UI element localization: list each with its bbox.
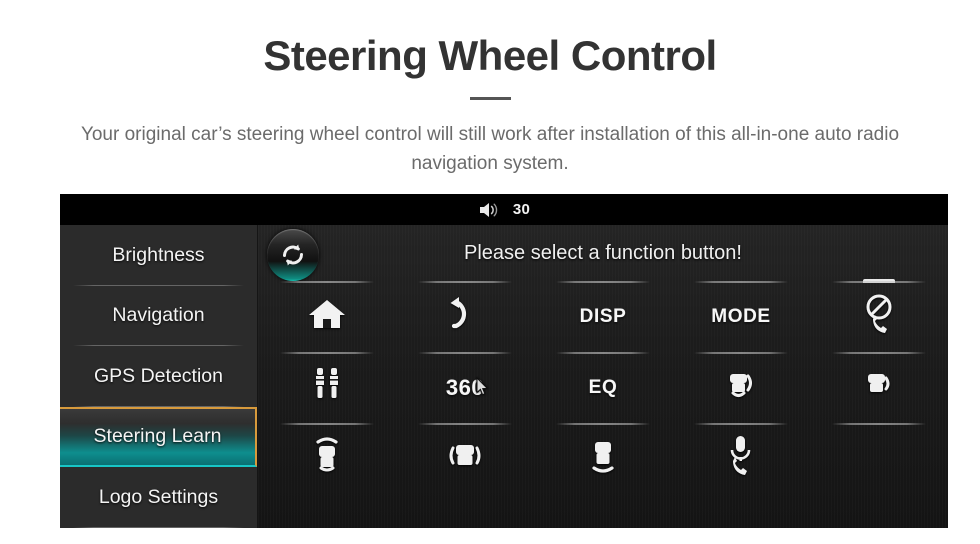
car-radio-screen: 30 Brightness Navigation GPS Detection S… (60, 194, 948, 528)
status-bar: 30 (60, 194, 948, 226)
grid-cell-car-front-wave[interactable] (258, 423, 396, 494)
sidebar-item-label: Brightness (112, 243, 205, 266)
sidebar-item-brightness[interactable]: Brightness (60, 225, 257, 286)
grid-cell-360[interactable]: 360 (396, 352, 534, 423)
cell-separator (280, 281, 374, 283)
grid-cell-eq[interactable]: EQ (534, 352, 672, 423)
sidebar-divider (73, 526, 244, 528)
home-icon (307, 296, 347, 337)
cell-separator (556, 281, 650, 283)
call-mute-icon (859, 292, 899, 341)
mouse-cursor (476, 376, 489, 396)
grid-cell-home[interactable] (258, 281, 396, 352)
aux-jack-icon (310, 365, 344, 410)
grid-cell-back[interactable] (396, 281, 534, 352)
cell-separator (280, 352, 374, 354)
cell-separator (556, 423, 650, 425)
grid-cell-mode[interactable]: MODE (672, 281, 810, 352)
cell-separator (832, 423, 926, 425)
disp-button-label: DISP (579, 305, 627, 327)
cell-separator (418, 281, 512, 283)
speaker-icon (478, 201, 500, 219)
eq-button-label: EQ (588, 376, 618, 398)
car-rear-wave-icon (583, 433, 623, 484)
car-side-wave-icon (442, 435, 488, 482)
grid-cell-call-mute[interactable] (810, 281, 948, 352)
grid-cell-aux[interactable] (258, 352, 396, 423)
grid-cell-car-volume-up[interactable] (672, 352, 810, 423)
car-top-partial-icon (810, 253, 948, 283)
sidebar-item-label: Steering Learn (93, 425, 222, 448)
page-title: Steering Wheel Control (263, 32, 717, 79)
function-grid: DISP MODE 360 EQ (258, 281, 948, 528)
sidebar-item-logo-settings[interactable]: Logo Settings (60, 467, 257, 528)
car-volume-up-icon (721, 365, 761, 410)
cell-separator (694, 281, 788, 283)
sidebar-item-gps-detection[interactable]: GPS Detection (60, 346, 257, 407)
title-underline-rule (470, 97, 511, 100)
settings-sidebar: Brightness Navigation GPS Detection Stee… (60, 225, 258, 528)
car-front-wave-icon (307, 433, 347, 484)
cell-separator (832, 281, 926, 283)
cell-separator (556, 352, 650, 354)
page-root: Steering Wheel Control Your original car… (0, 0, 980, 544)
grid-cell-car-volume-down[interactable] (810, 352, 948, 423)
grid-cell-voice-call[interactable] (672, 423, 810, 494)
cell-separator (280, 423, 374, 425)
car-volume-down-icon (859, 365, 899, 410)
cell-separator (694, 352, 788, 354)
grid-cell-empty (810, 423, 948, 494)
sidebar-item-label: GPS Detection (94, 364, 223, 387)
mode-button-label: MODE (711, 305, 771, 327)
sidebar-item-label: Navigation (112, 304, 205, 327)
page-subtitle: Your original car’s steering wheel contr… (80, 124, 900, 175)
volume-value: 30 (512, 201, 531, 218)
cell-separator (418, 352, 512, 354)
grid-cell-car-rear-wave[interactable] (534, 423, 672, 494)
cell-separator (832, 352, 926, 354)
grid-cell-disp[interactable]: DISP (534, 281, 672, 352)
sidebar-item-steering-learn[interactable]: Steering Learn (60, 406, 257, 467)
cell-separator (694, 423, 788, 425)
function-button-panel: Please select a function button! DISP MO… (258, 225, 948, 528)
voice-call-mic-icon (722, 433, 760, 484)
grid-cell-car-side-wave[interactable] (396, 423, 534, 494)
cell-separator (418, 423, 512, 425)
sidebar-item-label: Logo Settings (98, 485, 219, 508)
back-arrow-icon (444, 295, 486, 338)
sidebar-item-navigation[interactable]: Navigation (60, 286, 257, 346)
